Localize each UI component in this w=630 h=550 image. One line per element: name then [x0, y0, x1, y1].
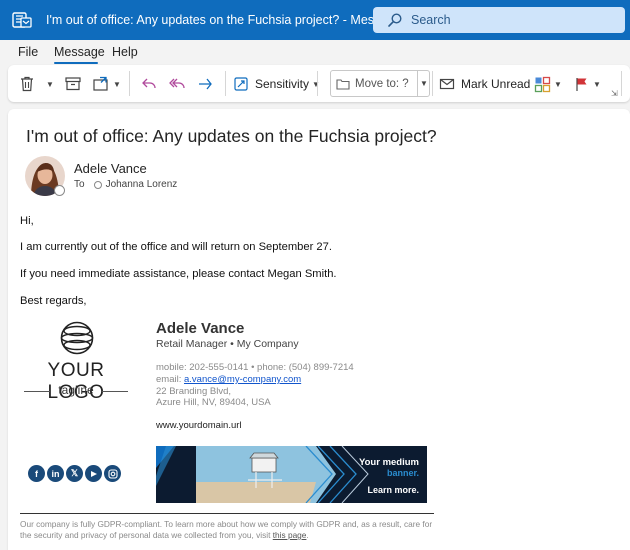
- website-link[interactable]: www.yourdomain.url: [156, 420, 242, 431]
- delete-dropdown[interactable]: ▼: [43, 72, 54, 96]
- move-folder-icon: [92, 75, 110, 93]
- footer-divider: [20, 513, 434, 514]
- email-label: email:: [156, 374, 182, 385]
- sensitivity-button[interactable]: Sensitivity ▼: [233, 72, 320, 96]
- banner-cta[interactable]: Learn more.: [367, 485, 419, 495]
- ribbon-divider: [621, 71, 622, 96]
- archive-icon: [64, 75, 82, 93]
- trash-icon: [18, 75, 36, 93]
- youtube-icon[interactable]: [85, 465, 102, 482]
- ribbon-divider: [129, 71, 130, 96]
- presence-status-icon: [54, 185, 65, 196]
- body-line-return: I am currently out of the office and wil…: [20, 241, 332, 253]
- reply-button[interactable]: [140, 72, 158, 96]
- outlook-message-icon: [12, 10, 32, 30]
- email-link[interactable]: a.vance@my-company.com: [184, 374, 301, 385]
- body-line-contact: If you need immediate assistance, please…: [20, 268, 337, 280]
- flag-button[interactable]: ▼: [574, 72, 601, 96]
- mark-unread-label: Mark Unread: [461, 77, 531, 91]
- ribbon-toolbar: ▼ ▼ Sensitivity ▼ Move to: ? ▼ Mark Unre…: [8, 65, 630, 102]
- menu-file[interactable]: File: [18, 45, 38, 59]
- logo-text: YOUR LOGO: [47, 360, 105, 403]
- sensitivity-icon: [233, 76, 249, 92]
- mark-unread-button[interactable]: Mark Unread: [439, 72, 530, 96]
- recipients-row: To Johanna Lorenz: [74, 179, 177, 190]
- recipient-name[interactable]: Johanna Lorenz: [106, 179, 178, 190]
- gdpr-text: Our company is fully GDPR-compliant. To …: [20, 519, 433, 540]
- reading-pane: I'm out of office: Any updates on the Fu…: [8, 109, 630, 550]
- chevron-down-icon: ▼: [312, 79, 320, 89]
- flag-icon: [574, 76, 590, 92]
- message-subject: I'm out of office: Any updates on the Fu…: [26, 126, 437, 146]
- recipient-presence-icon: [93, 180, 102, 189]
- search-placeholder: Search: [411, 13, 451, 27]
- body-greeting: Hi,: [20, 215, 34, 227]
- title-bar: I'm out of office: Any updates on the Fu…: [0, 0, 630, 40]
- categorize-icon: [534, 76, 551, 93]
- social-icons: f in 𝕏: [28, 465, 121, 482]
- x-icon[interactable]: 𝕏: [66, 465, 83, 482]
- signature-name: Adele Vance: [156, 320, 245, 337]
- reply-all-button[interactable]: [168, 72, 186, 96]
- folder-icon: [336, 77, 350, 94]
- gdpr-footer: Our company is fully GDPR-compliant. To …: [20, 519, 440, 541]
- logo-globe-icon: [60, 321, 94, 355]
- move-to-label: Move to: ?: [355, 78, 409, 90]
- chevron-down-icon: ▼: [554, 79, 562, 89]
- chevron-down-icon: ▼: [593, 79, 601, 89]
- categorize-button[interactable]: ▼: [534, 72, 562, 96]
- move-button[interactable]: ▼: [92, 72, 121, 96]
- menu-help[interactable]: Help: [112, 45, 138, 59]
- sender-name[interactable]: Adele Vance: [74, 161, 147, 176]
- instagram-icon[interactable]: [104, 465, 121, 482]
- archive-button[interactable]: [64, 72, 82, 96]
- forward-icon: [196, 75, 214, 93]
- menu-message[interactable]: Message: [54, 45, 105, 59]
- reply-icon: [140, 75, 158, 93]
- linkedin-icon[interactable]: in: [47, 465, 64, 482]
- signature-phones: mobile: 202-555-0141 • phone: (504) 899-…: [156, 362, 354, 373]
- ribbon-expand-icon[interactable]: ⇲: [611, 89, 618, 98]
- banner-headline: Your medium: [359, 457, 419, 468]
- reply-all-icon: [168, 75, 186, 93]
- chevron-down-icon: ▼: [46, 79, 54, 89]
- ribbon-divider: [432, 71, 433, 96]
- signature-email-row: email: a.vance@my-company.com: [156, 374, 301, 385]
- gdpr-link[interactable]: this page: [273, 530, 307, 540]
- gdpr-period: .: [306, 530, 309, 540]
- forward-button[interactable]: [196, 72, 214, 96]
- signature-banner[interactable]: Your medium banner. Learn more.: [156, 446, 427, 503]
- search-input[interactable]: Search: [373, 7, 625, 33]
- signature-address-2: Azure Hill, NV, 89404, USA: [156, 397, 271, 408]
- chevron-down-icon: ▼: [113, 79, 121, 89]
- move-to-dropdown[interactable]: ▼: [417, 71, 430, 96]
- to-label: To: [74, 179, 85, 190]
- logo-tagline: tagline: [58, 383, 94, 397]
- signature-address-1: 22 Branding Blvd,: [156, 386, 231, 397]
- ribbon-divider: [225, 71, 226, 96]
- envelope-icon: [439, 76, 455, 92]
- search-icon: [387, 12, 403, 28]
- facebook-icon[interactable]: f: [28, 465, 45, 482]
- active-tab-indicator: [54, 62, 98, 64]
- logo-rule: [102, 391, 128, 392]
- menu-bar: File Message Help: [0, 40, 630, 64]
- sensitivity-label: Sensitivity: [255, 77, 310, 91]
- ribbon-divider: [317, 71, 318, 96]
- body-closing: Best regards,: [20, 295, 87, 307]
- banner-accent: banner.: [386, 468, 419, 478]
- signature-role: Retail Manager • My Company: [156, 338, 299, 350]
- delete-button[interactable]: [18, 72, 36, 96]
- move-to-quickstep[interactable]: Move to: ? ▼: [330, 70, 430, 97]
